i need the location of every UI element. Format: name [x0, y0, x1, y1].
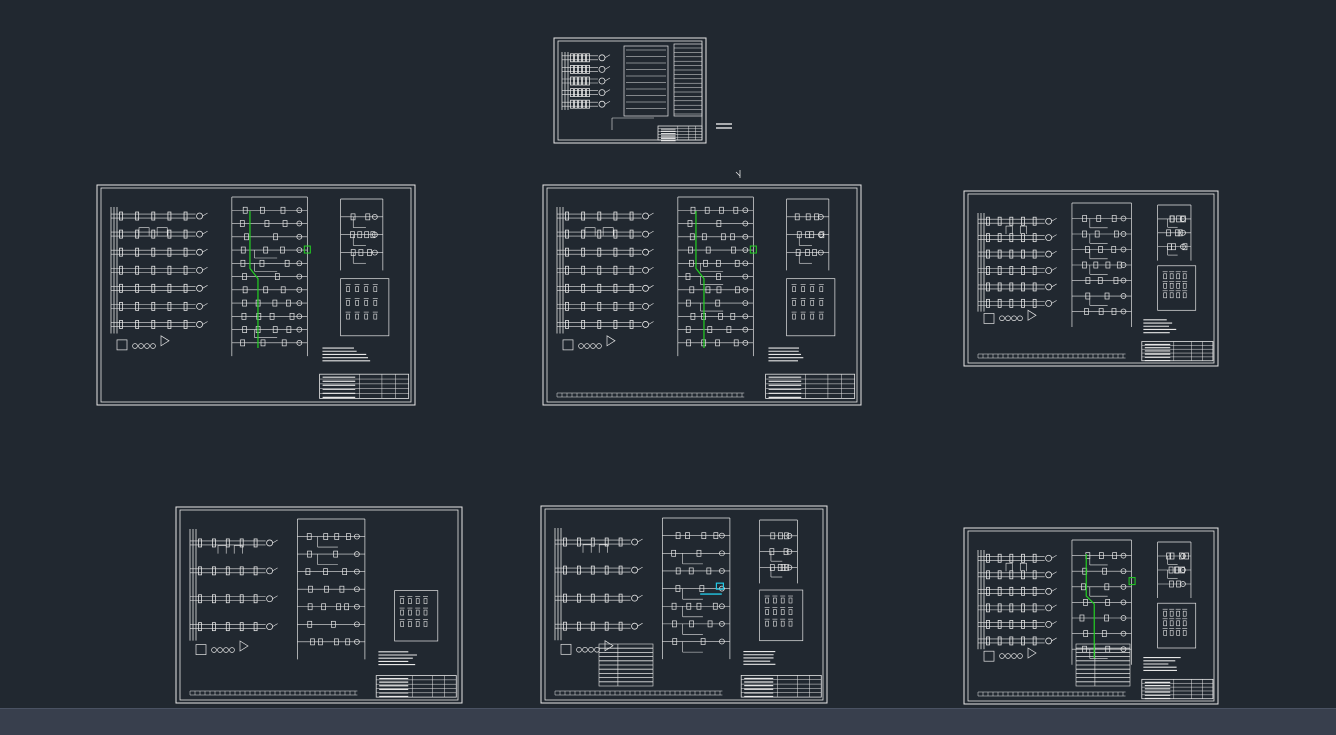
sheet-1[interactable] [96, 184, 416, 406]
cover-sheet[interactable] [553, 37, 707, 144]
cover-annotation-mark [716, 123, 732, 129]
status-bar [0, 708, 1336, 735]
sheet-3[interactable] [963, 190, 1219, 367]
cad-drawing[interactable] [0, 0, 1336, 708]
sheet-4[interactable] [175, 506, 463, 704]
stray-cursor-mark [735, 170, 741, 178]
sheet-2[interactable] [542, 184, 862, 406]
sheet-6[interactable] [963, 527, 1219, 705]
drawing-canvas[interactable] [0, 0, 1336, 708]
sheet-5[interactable] [540, 505, 828, 704]
